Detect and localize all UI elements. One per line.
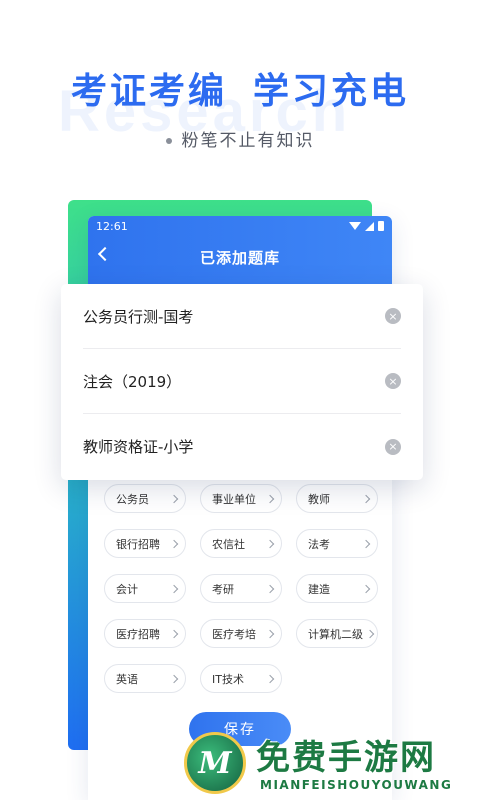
category-chip[interactable]: IT技术 bbox=[200, 664, 282, 693]
category-chip[interactable]: 医疗招聘 bbox=[104, 619, 186, 648]
category-chip[interactable]: 农信社 bbox=[200, 529, 282, 558]
category-chip[interactable]: 银行招聘 bbox=[104, 529, 186, 558]
added-bank-item: 注会（2019） × bbox=[83, 349, 401, 414]
brand-sub: MIANFEISHOUYOUWANG bbox=[260, 778, 453, 792]
chevron-right-icon bbox=[265, 494, 275, 503]
category-chip-label: 计算机二级 bbox=[308, 627, 363, 641]
chevron-right-icon bbox=[361, 584, 371, 593]
category-chip[interactable]: 建造 bbox=[296, 574, 378, 603]
added-bank-label: 注会（2019） bbox=[83, 372, 182, 391]
site-brand: M 免费手游网 MIANFEISHOUYOUWANG bbox=[180, 728, 480, 800]
headline-left: 考证考编 bbox=[70, 71, 227, 112]
category-chip-label: 会计 bbox=[116, 582, 138, 596]
category-chip-label: 银行招聘 bbox=[116, 537, 160, 551]
hero-tagline: 粉笔不止有知识 bbox=[0, 126, 480, 151]
category-chip[interactable]: 会计 bbox=[104, 574, 186, 603]
chevron-right-icon bbox=[169, 629, 179, 638]
hero-headline: 考证考编 学习充电 bbox=[0, 62, 480, 114]
category-chip-label: 公务员 bbox=[116, 492, 149, 506]
chevron-right-icon bbox=[265, 674, 275, 683]
added-bank-label: 公务员行测-国考 bbox=[83, 307, 194, 326]
brand-name: 免费手游网 bbox=[256, 738, 436, 778]
category-chip[interactable]: 计算机二级 bbox=[296, 619, 378, 648]
chevron-right-icon bbox=[169, 584, 179, 593]
category-chip-label: 医疗招聘 bbox=[116, 627, 160, 641]
wifi-icon bbox=[349, 222, 361, 230]
status-time: 12:61 bbox=[96, 219, 128, 233]
chevron-right-icon bbox=[361, 539, 371, 548]
chevron-right-icon bbox=[265, 539, 275, 548]
chevron-right-icon bbox=[361, 494, 371, 503]
added-bank-list: 公务员行测-国考 × 注会（2019） × 教师资格证-小学 × bbox=[61, 284, 423, 480]
added-bank-label: 教师资格证-小学 bbox=[83, 438, 194, 456]
category-chip-label: 法考 bbox=[308, 537, 330, 551]
battery-icon bbox=[378, 221, 384, 231]
category-chip-label: IT技术 bbox=[212, 672, 244, 686]
category-chip[interactable]: 英语 bbox=[104, 664, 186, 693]
status-icons bbox=[349, 221, 384, 231]
category-chip[interactable]: 法考 bbox=[296, 529, 378, 558]
headline-right: 学习充电 bbox=[253, 71, 410, 112]
chevron-right-icon bbox=[169, 494, 179, 503]
chevron-right-icon bbox=[365, 629, 375, 638]
tagline-text: 粉笔不止有知识 bbox=[181, 131, 315, 151]
page-title: 已添加题库 bbox=[199, 248, 280, 267]
chevron-right-icon bbox=[265, 629, 275, 638]
chevron-left-icon[interactable] bbox=[97, 246, 113, 262]
category-chip-label: 农信社 bbox=[212, 537, 245, 551]
added-bank-item: 教师资格证-小学 × bbox=[83, 414, 401, 479]
brand-logo: M bbox=[184, 732, 246, 794]
added-bank-item: 公务员行测-国考 × bbox=[83, 284, 401, 349]
remove-circle-icon[interactable]: × bbox=[385, 438, 401, 455]
category-grid: 公务员 事业单位 教师银行招聘 农信社 法考会计 考研 建造医疗招聘 医疗考培 计算机二级英语 I… bbox=[104, 484, 378, 693]
category-chip[interactable]: 考研 bbox=[200, 574, 282, 603]
category-chip-label: 医疗考培 bbox=[212, 627, 256, 641]
category-chip[interactable]: 公务员 bbox=[104, 484, 186, 513]
status-bar: 12:61 bbox=[88, 216, 392, 236]
remove-circle-icon[interactable]: × bbox=[385, 308, 401, 324]
category-chip[interactable]: 医疗考培 bbox=[200, 619, 282, 648]
signal-icon bbox=[365, 221, 374, 231]
chevron-right-icon bbox=[265, 584, 275, 593]
remove-circle-icon[interactable]: × bbox=[385, 373, 401, 389]
category-chip-label: 建造 bbox=[308, 582, 330, 596]
chevron-right-icon bbox=[169, 674, 179, 683]
category-chip[interactable]: 事业单位 bbox=[200, 484, 282, 513]
category-chip-label: 考研 bbox=[212, 582, 234, 596]
category-chip-label: 事业单位 bbox=[212, 492, 256, 506]
category-chip[interactable]: 教师 bbox=[296, 484, 378, 513]
category-chip-label: 教师 bbox=[308, 492, 330, 506]
chevron-right-icon bbox=[169, 539, 179, 548]
bullet-icon bbox=[165, 138, 172, 144]
nav-bar: 已添加题库 bbox=[88, 236, 392, 278]
category-chip-label: 英语 bbox=[116, 672, 138, 686]
